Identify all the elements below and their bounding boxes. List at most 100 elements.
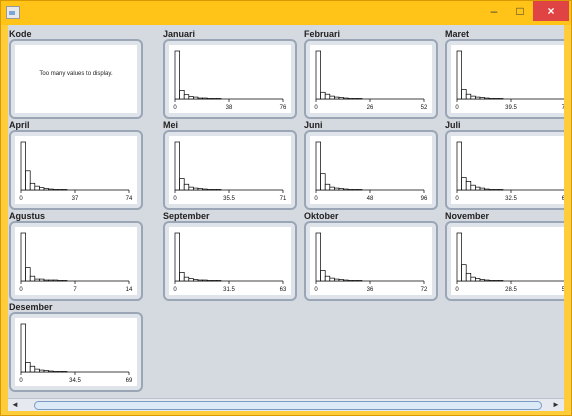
histogram-chart: 0 38 76 <box>173 50 287 111</box>
histogram-bar <box>193 96 199 100</box>
histogram-chart: 0 37 74 <box>19 141 133 202</box>
panel-frame: 0 35.5 71 <box>163 130 297 210</box>
panel-title: Februari <box>304 29 341 39</box>
histogram-bar <box>329 277 335 282</box>
histogram-chart: 0 39.5 79 <box>455 50 564 111</box>
maximize-button[interactable]: □ <box>507 1 533 21</box>
x-tick-label: 38 <box>226 105 233 111</box>
panel-kode: Kode Too many values to display. <box>9 29 147 121</box>
histogram-bar <box>461 177 467 191</box>
panel-frame: 0 32.5 65 <box>445 130 564 210</box>
panel-frame: 0 38 76 <box>163 39 297 119</box>
histogram-bar <box>20 141 26 191</box>
histogram-plot-area: 0 37 74 <box>15 136 137 204</box>
histogram-bar <box>62 189 68 191</box>
histogram-bar <box>188 96 194 100</box>
histogram-bar <box>493 189 499 191</box>
histogram-bar <box>470 276 476 282</box>
histogram-bar <box>484 97 490 100</box>
close-button[interactable]: × <box>533 1 569 21</box>
x-tick-label: 48 <box>367 196 374 202</box>
histogram-bar <box>324 93 331 100</box>
histogram-plot-area: 0 31.5 63 <box>169 227 291 295</box>
x-tick-label: 0 <box>19 378 23 384</box>
histogram-panel: Juli 0 32.5 65 <box>445 120 564 212</box>
histogram-panel: Januari 0 38 76 <box>163 29 301 121</box>
histogram-chart: 0 26 52 <box>314 50 428 111</box>
histogram-bar <box>456 232 462 282</box>
histogram-bar <box>470 95 476 100</box>
histogram-bar <box>25 267 31 282</box>
x-tick-label: 71 <box>280 196 287 202</box>
histogram-bar <box>39 369 45 373</box>
histogram-bar <box>193 279 199 282</box>
histogram-panel: September 0 31.5 63 <box>163 211 301 303</box>
x-tick-label: 0 <box>173 287 177 293</box>
horizontal-scrollbar[interactable]: ◄ ► <box>8 398 564 411</box>
histogram-bar <box>352 189 358 191</box>
histogram-bar <box>43 279 49 282</box>
too-many-values-message: Too many values to display. <box>39 71 113 77</box>
x-tick-label: 14 <box>126 287 133 293</box>
histogram-bar <box>343 97 349 100</box>
app-window: – □ × Kode Too many values to display. J… <box>0 0 572 416</box>
histogram-bar <box>197 279 203 282</box>
x-tick-label: 72 <box>421 287 428 293</box>
histogram-bar <box>188 186 194 191</box>
scroll-left-arrow-icon[interactable]: ◄ <box>10 400 20 410</box>
histogram-bar <box>320 270 326 282</box>
histogram-panel: Februari 0 26 52 <box>304 29 442 121</box>
panel-frame: 0 37 74 <box>9 130 143 210</box>
histogram-bar <box>465 272 472 282</box>
minimize-button[interactable]: – <box>481 1 507 21</box>
histogram-bar <box>352 98 358 100</box>
panel-frame: Too many values to display. <box>9 39 143 119</box>
histogram-chart: 0 48 96 <box>314 141 428 202</box>
histogram-bar <box>324 183 331 191</box>
x-tick-label: 39.5 <box>505 105 517 111</box>
histogram-bar <box>329 95 335 100</box>
histogram-bar <box>324 275 331 282</box>
histogram-bar <box>479 97 485 100</box>
panel-frame: 0 7 14 <box>9 221 143 301</box>
x-tick-label: 69 <box>126 378 133 384</box>
x-tick-label: 34.5 <box>69 378 81 384</box>
histogram-bar <box>334 187 340 191</box>
x-tick-label: 63 <box>280 287 287 293</box>
histogram-bar <box>498 189 504 191</box>
x-tick-label: 0 <box>455 196 459 202</box>
histogram-bar <box>498 98 504 100</box>
panel-title: Juni <box>304 120 323 130</box>
panel-title: Januari <box>163 29 196 39</box>
app-window-icon <box>6 6 20 19</box>
histogram-bar <box>197 97 203 100</box>
histogram-bar <box>498 280 504 282</box>
histogram-bar <box>315 50 321 100</box>
histogram-bar <box>216 280 222 282</box>
scrollbar-thumb[interactable] <box>34 401 542 410</box>
title-bar[interactable]: – □ × <box>1 1 571 25</box>
histogram-panel: Juni 0 48 96 <box>304 120 442 212</box>
panel-plot-area: Too many values to display. <box>15 45 137 113</box>
x-tick-label: 57 <box>562 287 564 293</box>
histogram-bar <box>29 182 36 191</box>
histogram-bar <box>320 173 326 191</box>
histogram-panel: Desember 0 34.5 69 <box>9 302 147 394</box>
histogram-bar <box>211 98 217 100</box>
histogram-bar <box>216 189 222 191</box>
panel-title: Maret <box>445 29 470 39</box>
x-tick-label: 0 <box>314 196 318 202</box>
histogram-bar <box>493 98 499 100</box>
histogram-bar <box>484 188 490 191</box>
histogram-bar <box>34 185 40 191</box>
histogram-bar <box>338 97 344 100</box>
histogram-bar <box>179 90 185 100</box>
histogram-plot-area: 0 32.5 65 <box>451 136 564 204</box>
panel-title: Mei <box>163 120 179 130</box>
histogram-plot-area: 0 28.5 57 <box>451 227 564 295</box>
histogram-chart: 0 35.5 71 <box>173 141 287 202</box>
scroll-right-arrow-icon[interactable]: ► <box>551 400 561 410</box>
panel-frame: 0 39.5 79 <box>445 39 564 119</box>
histogram-bar <box>43 370 49 373</box>
histogram-bar <box>39 278 45 282</box>
